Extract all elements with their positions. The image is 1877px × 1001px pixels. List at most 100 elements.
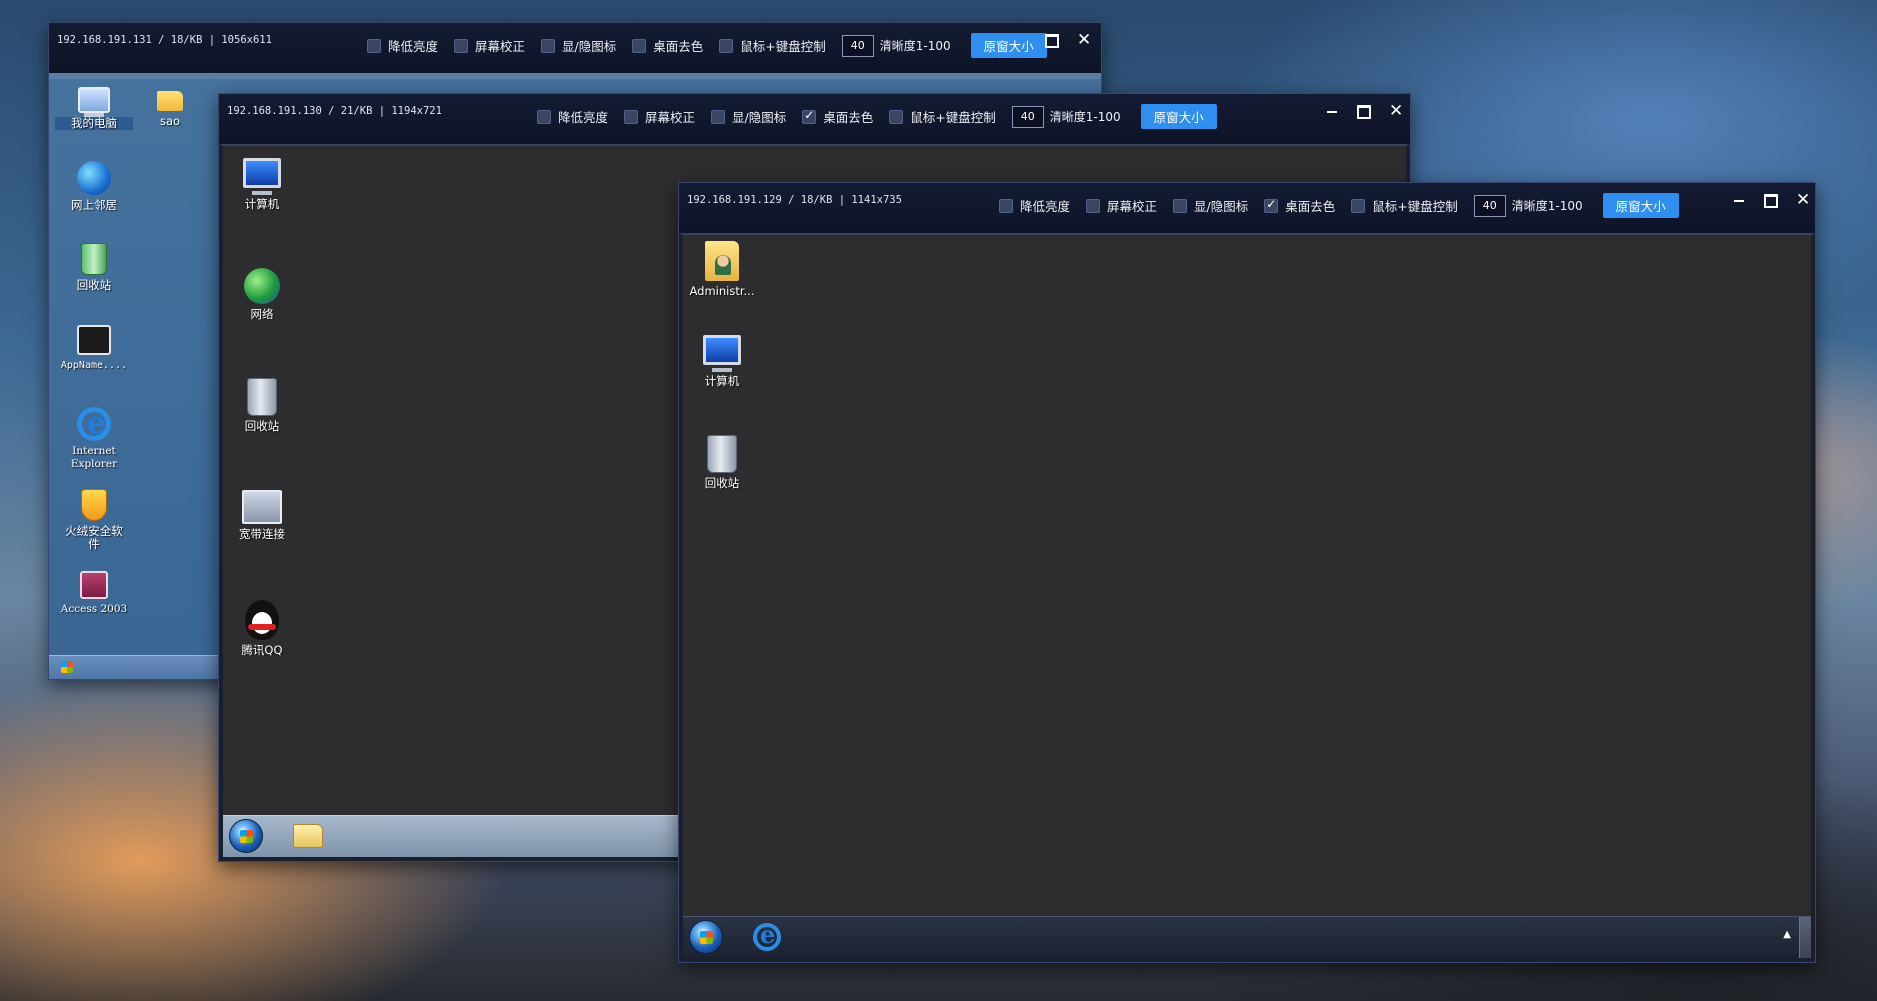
qq-penguin-icon: [245, 600, 279, 640]
quality-label: 清晰度1-100: [1511, 199, 1583, 213]
desaturate-desktop-toggle[interactable]: 桌面去色: [1264, 196, 1335, 215]
toolbar-controls: 降低亮度 屏幕校正 显/隐图标 桌面去色 鼠标+键盘控制 40 清晰度1-100…: [999, 193, 1679, 218]
desktop-icon-computer[interactable]: 计算机: [223, 158, 301, 211]
mouse-keyboard-control-toggle[interactable]: 鼠标+键盘控制: [1351, 196, 1458, 215]
desktop-icon-network[interactable]: 网上邻居: [55, 161, 133, 212]
toolbar-controls: 降低亮度 屏幕校正 显/隐图标 桌面去色 鼠标+键盘控制 40 清晰度1-100…: [537, 104, 1217, 129]
mouse-keyboard-control-toggle[interactable]: 鼠标+键盘控制: [889, 107, 996, 126]
quality-label: 清晰度1-100: [1049, 110, 1121, 124]
desktop-icon-recycle-bin[interactable]: 回收站: [55, 243, 133, 292]
desktop-icon-broadband[interactable]: 宽带连接: [223, 490, 301, 541]
show-desktop-button[interactable]: [1799, 917, 1811, 958]
desktop-icon-qq[interactable]: 腾讯QQ: [223, 600, 301, 657]
checkbox[interactable]: [367, 38, 381, 53]
maximize-icon[interactable]: [1357, 102, 1371, 120]
desktop-icon-access-2003[interactable]: Access 2003: [55, 571, 133, 616]
desktop-icon-computer[interactable]: 计算机: [683, 335, 761, 388]
show-hide-icons-toggle[interactable]: 显/隐图标: [541, 36, 616, 55]
host-desktop: { "window_131": { "info": "192.168.191.1…: [0, 0, 1877, 1001]
screen-calibrate-toggle[interactable]: 屏幕校正: [1086, 196, 1157, 215]
maximize-icon[interactable]: [1764, 191, 1778, 209]
checkbox[interactable]: [719, 38, 734, 53]
user-folder-icon: [705, 241, 739, 281]
desktop-icon-administrator[interactable]: Administr...: [683, 241, 761, 298]
quality-input[interactable]: 40: [1011, 105, 1044, 128]
original-size-button[interactable]: 原窗大小: [970, 33, 1047, 58]
desktop-icon-appname[interactable]: AppName....: [55, 325, 133, 372]
original-size-button[interactable]: 原窗大小: [1140, 104, 1217, 129]
dim-brightness-toggle[interactable]: 降低亮度: [999, 196, 1070, 215]
checkbox[interactable]: [632, 38, 647, 53]
desktop-icon-sao[interactable]: sao: [131, 81, 209, 128]
dim-brightness-toggle[interactable]: 降低亮度: [367, 36, 438, 55]
app-icon: [77, 325, 111, 355]
checkbox[interactable]: [537, 109, 551, 124]
minimize-icon[interactable]: [1325, 102, 1339, 120]
connection-info: 192.168.191.130 / 21/KB | 1194x721: [227, 105, 442, 117]
window-titlebar[interactable]: 192.168.191.130 / 21/KB | 1194x721 降低亮度 …: [219, 94, 1410, 144]
checkbox[interactable]: [1351, 198, 1366, 213]
checkbox[interactable]: [454, 38, 469, 53]
toolbar-controls: 降低亮度 屏幕校正 显/隐图标 桌面去色 鼠标+键盘控制 40 清晰度1-100…: [367, 33, 1047, 58]
start-icon[interactable]: [61, 661, 73, 673]
internet-explorer-icon[interactable]: [753, 920, 781, 951]
access-icon: [80, 571, 108, 599]
desktop-icon-internet-explorer[interactable]: Internet Explorer: [55, 406, 133, 471]
desaturate-desktop-toggle[interactable]: 桌面去色: [802, 107, 873, 126]
quality-input[interactable]: 40: [841, 34, 874, 57]
window-titlebar[interactable]: 192.168.191.129 / 18/KB | 1141x735 降低亮度 …: [679, 183, 1815, 233]
network-icon: [77, 161, 111, 195]
explorer-folder-icon[interactable]: [293, 824, 323, 848]
shield-icon: [81, 489, 107, 521]
checkbox[interactable]: [999, 198, 1013, 213]
checkbox[interactable]: [624, 109, 639, 124]
mouse-keyboard-control-toggle[interactable]: 鼠标+键盘控制: [719, 36, 826, 55]
remote-desktop-win7[interactable]: Administr... 计算机 回收站 ▲: [679, 233, 1815, 962]
recycle-bin-icon: [81, 243, 107, 275]
window-buttons: ✕: [1732, 191, 1810, 209]
screen-calibrate-toggle[interactable]: 屏幕校正: [454, 36, 525, 55]
close-icon[interactable]: ✕: [1389, 102, 1403, 120]
dim-brightness-toggle[interactable]: 降低亮度: [537, 107, 608, 126]
window-buttons: ✕: [1045, 31, 1091, 49]
checkbox-checked[interactable]: [802, 108, 817, 124]
folder-icon: [157, 91, 183, 111]
checkbox[interactable]: [711, 109, 726, 124]
desaturate-desktop-toggle[interactable]: 桌面去色: [632, 36, 703, 55]
maximize-icon[interactable]: [1045, 31, 1059, 49]
computer-icon: [703, 335, 741, 372]
desktop-icon-recycle-bin[interactable]: 回收站: [683, 435, 761, 490]
checkbox[interactable]: [889, 109, 904, 124]
original-size-button[interactable]: 原窗大小: [1602, 193, 1679, 218]
window-buttons: ✕: [1325, 102, 1403, 120]
start-orb-icon[interactable]: [689, 920, 723, 954]
window-titlebar[interactable]: 192.168.191.131 / 18/KB | 1056x611 降低亮度 …: [49, 23, 1101, 73]
checkbox[interactable]: [1173, 198, 1188, 213]
show-hide-icons-toggle[interactable]: 显/隐图标: [1173, 196, 1248, 215]
desktop-icon-huorong-security[interactable]: 火绒安全软 件: [55, 489, 133, 551]
quality-label: 清晰度1-100: [879, 39, 951, 53]
recycle-bin-icon: [707, 435, 737, 473]
network-icon: [244, 268, 280, 304]
start-orb-icon[interactable]: [229, 819, 263, 853]
tray-expand-icon[interactable]: ▲: [1783, 929, 1791, 940]
checkbox[interactable]: [1086, 198, 1101, 213]
connection-info: 192.168.191.131 / 18/KB | 1056x611: [57, 34, 272, 46]
desktop-icon-my-computer[interactable]: 我的电脑: [55, 81, 133, 130]
remote-window-129[interactable]: 192.168.191.129 / 18/KB | 1141x735 降低亮度 …: [678, 182, 1816, 963]
win7-taskbar: ▲: [683, 916, 1811, 958]
broadband-connection-icon: [242, 490, 282, 524]
desktop-icon-network[interactable]: 网络: [223, 268, 301, 321]
minimize-icon[interactable]: [1732, 191, 1746, 209]
computer-icon: [243, 158, 281, 195]
quality-input[interactable]: 40: [1473, 194, 1506, 217]
recycle-bin-icon: [247, 378, 277, 416]
desktop-icon-recycle-bin[interactable]: 回收站: [223, 378, 301, 433]
show-hide-icons-toggle[interactable]: 显/隐图标: [711, 107, 786, 126]
screen-calibrate-toggle[interactable]: 屏幕校正: [624, 107, 695, 126]
checkbox[interactable]: [541, 38, 556, 53]
close-icon[interactable]: ✕: [1077, 31, 1091, 49]
close-icon[interactable]: ✕: [1796, 191, 1810, 209]
connection-info: 192.168.191.129 / 18/KB | 1141x735: [687, 194, 902, 206]
checkbox-checked[interactable]: [1264, 197, 1279, 213]
